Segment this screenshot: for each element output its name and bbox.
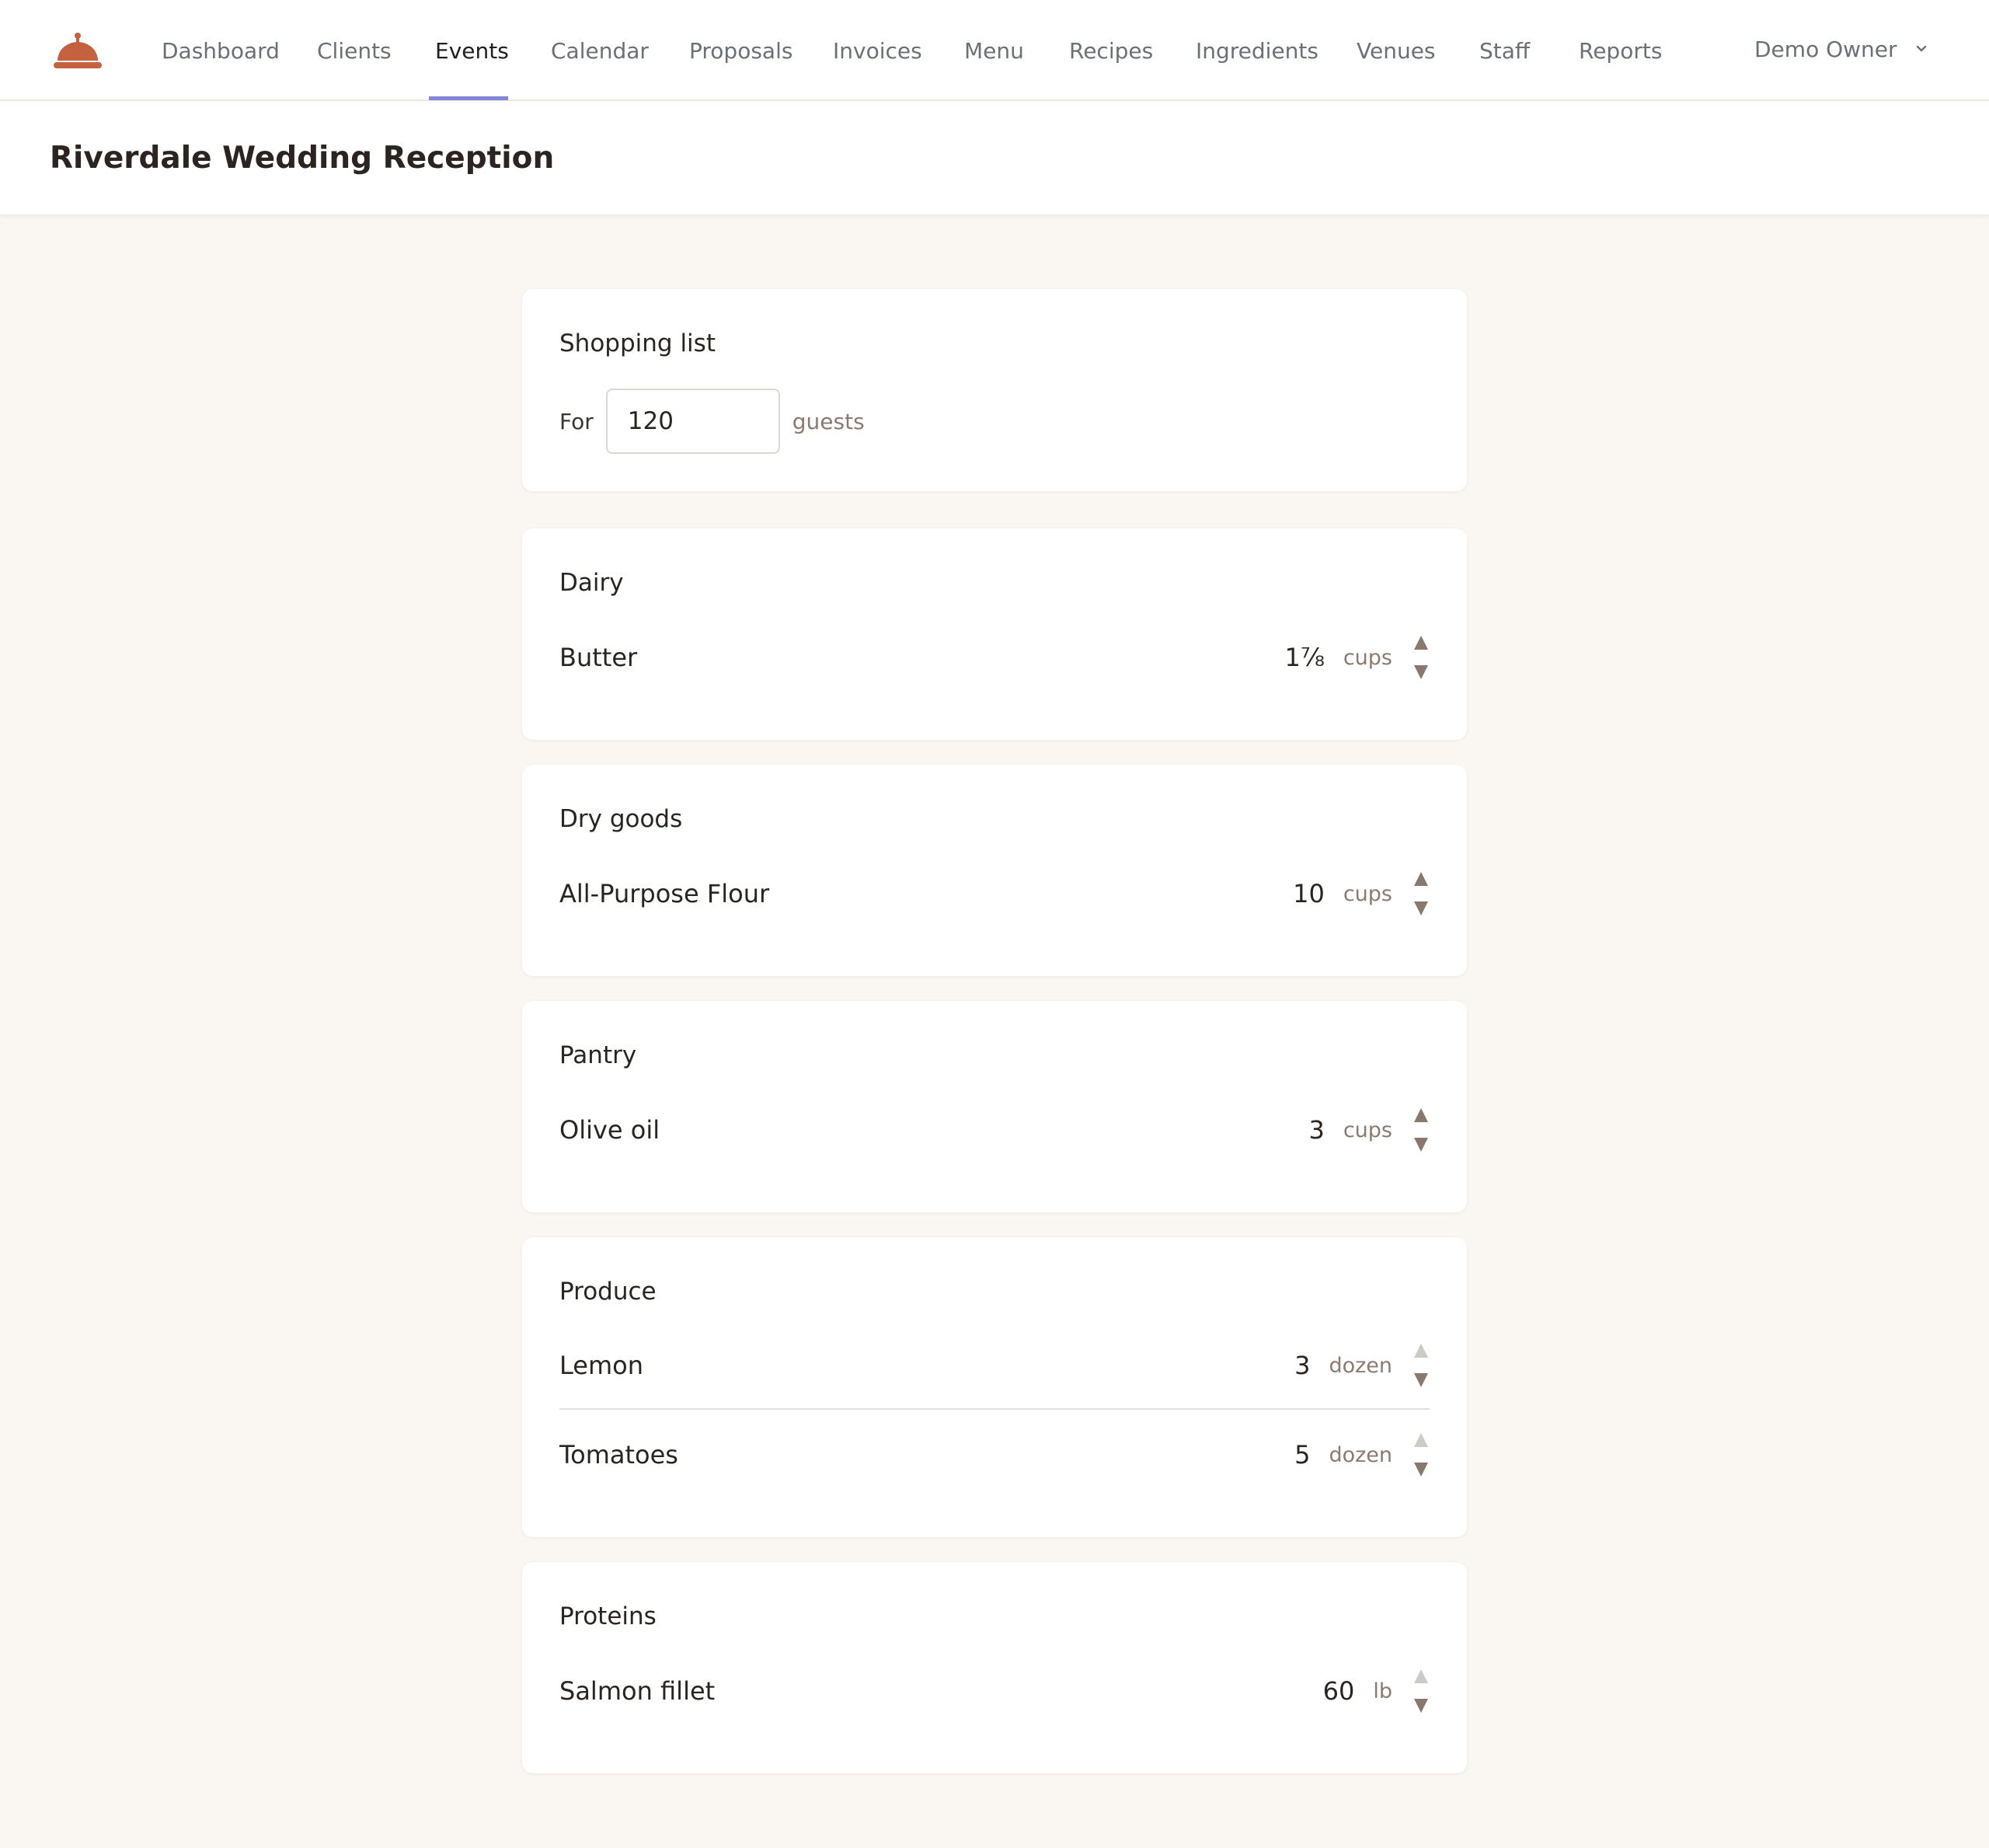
nav-calendar[interactable]: Calendar xyxy=(551,0,649,101)
nav-clients[interactable]: Clients xyxy=(317,0,392,101)
quantity-stepper[interactable] xyxy=(1413,1342,1430,1389)
item-quantity: 5 xyxy=(1294,1440,1311,1470)
list-item: Salmon fillet 60 lb xyxy=(559,1648,1430,1735)
item-quantity: 1⅞ xyxy=(1284,643,1325,672)
arrow-up-icon[interactable] xyxy=(1413,1107,1430,1124)
item-name: Salmon fillet xyxy=(559,1676,716,1706)
category-title: Dairy xyxy=(559,569,624,597)
guests-label: guests xyxy=(792,408,865,434)
category-title: Produce xyxy=(559,1278,657,1306)
quantity-stepper[interactable] xyxy=(1413,1107,1430,1153)
quantity-stepper[interactable] xyxy=(1413,870,1430,917)
chevron-down-icon xyxy=(1916,45,1926,52)
nav-events[interactable]: Events xyxy=(435,0,509,101)
item-quantity: 3 xyxy=(1308,1115,1325,1145)
item-quantity: 60 xyxy=(1322,1676,1355,1706)
page-title: Riverdale Wedding Reception xyxy=(50,140,555,176)
guest-count-row: For guests xyxy=(559,389,865,454)
list-item: All-Purpose Flour 10 cups xyxy=(559,850,1430,937)
item-name: Lemon xyxy=(559,1351,643,1380)
category-card-pantry: Pantry Olive oil 3 cups xyxy=(522,1001,1467,1212)
nav-venues[interactable]: Venues xyxy=(1357,0,1436,101)
cloche-icon[interactable] xyxy=(53,31,103,71)
list-item: Butter 1⅞ cups xyxy=(559,614,1430,701)
user-menu[interactable]: Demo Owner xyxy=(1754,0,1930,98)
item-unit: cups xyxy=(1343,881,1392,906)
quantity-stepper[interactable] xyxy=(1413,634,1430,681)
for-label: For xyxy=(559,408,594,434)
nav-reports[interactable]: Reports xyxy=(1579,0,1662,101)
shopping-list-card: Shopping list For guests xyxy=(522,289,1467,491)
active-tab-indicator xyxy=(429,96,508,100)
page-header: Riverdale Wedding Reception xyxy=(0,101,1989,214)
item-unit: dozen xyxy=(1329,1353,1392,1378)
arrow-down-icon[interactable] xyxy=(1413,1136,1430,1153)
quantity-stepper[interactable] xyxy=(1413,1668,1430,1714)
arrow-up-icon[interactable] xyxy=(1413,870,1430,887)
quantity-stepper[interactable] xyxy=(1413,1431,1430,1478)
category-title: Dry goods xyxy=(559,805,683,833)
arrow-up-icon[interactable] xyxy=(1413,634,1430,651)
category-card-dairy: Dairy Butter 1⅞ cups xyxy=(522,528,1467,740)
item-name: Butter xyxy=(559,643,638,672)
item-unit: dozen xyxy=(1329,1442,1392,1467)
list-item: Tomatoes 5 dozen xyxy=(559,1411,1430,1498)
nav-recipes[interactable]: Recipes xyxy=(1069,0,1153,101)
list-item: Olive oil 3 cups xyxy=(559,1086,1430,1173)
nav-proposals[interactable]: Proposals xyxy=(689,0,792,101)
arrow-down-icon[interactable] xyxy=(1413,900,1430,917)
nav-ingredients[interactable]: Ingredients xyxy=(1196,0,1318,101)
category-card-proteins: Proteins Salmon fillet 60 lb xyxy=(522,1562,1467,1773)
item-unit: cups xyxy=(1343,1118,1392,1142)
list-item: Lemon 3 dozen xyxy=(559,1323,1430,1410)
item-name: Tomatoes xyxy=(559,1440,678,1470)
user-name: Demo Owner xyxy=(1754,36,1897,62)
item-unit: lb xyxy=(1373,1679,1392,1703)
category-card-dry-goods: Dry goods All-Purpose Flour 10 cups xyxy=(522,765,1467,976)
arrow-up-icon xyxy=(1414,1344,1428,1358)
arrow-down-icon[interactable] xyxy=(1413,1461,1430,1478)
arrow-up-icon xyxy=(1414,1669,1428,1683)
item-quantity: 10 xyxy=(1293,879,1325,908)
category-title: Pantry xyxy=(559,1041,637,1069)
arrow-down-icon[interactable] xyxy=(1413,1372,1430,1389)
item-quantity: 3 xyxy=(1294,1351,1311,1380)
category-title: Proteins xyxy=(559,1602,657,1630)
nav-staff[interactable]: Staff xyxy=(1479,0,1530,101)
arrow-up-icon xyxy=(1414,1433,1428,1447)
item-name: All-Purpose Flour xyxy=(559,879,770,908)
item-unit: cups xyxy=(1343,645,1392,670)
nav-dashboard[interactable]: Dashboard xyxy=(162,0,280,101)
top-nav: Dashboard Clients Events Calendar Propos… xyxy=(0,0,1989,101)
guest-count-input[interactable] xyxy=(605,389,780,454)
item-name: Olive oil xyxy=(559,1115,660,1145)
shopping-list-title: Shopping list xyxy=(559,330,716,357)
category-card-produce: Produce Lemon 3 dozen Tomatoes 5 dozen xyxy=(522,1237,1467,1537)
nav-menu[interactable]: Menu xyxy=(964,0,1024,101)
arrow-down-icon[interactable] xyxy=(1413,664,1430,681)
nav-invoices[interactable]: Invoices xyxy=(833,0,922,101)
arrow-down-icon[interactable] xyxy=(1413,1697,1430,1714)
